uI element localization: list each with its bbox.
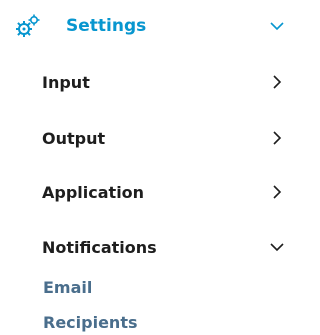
menu-item-input[interactable]: Input	[0, 62, 295, 102]
menu-item-label: Application	[42, 182, 145, 202]
gears-icon	[16, 14, 40, 37]
menu-item-label: Notifications	[42, 237, 157, 257]
menu-item-application[interactable]: Application	[0, 172, 295, 212]
menu-item-label: Output	[42, 128, 106, 148]
menu-item-notifications[interactable]: Notifications	[0, 227, 295, 267]
submenu-item-email[interactable]: Email	[43, 278, 92, 298]
chevron-down-icon	[270, 243, 284, 252]
settings-label: Settings	[66, 16, 147, 36]
chevron-right-icon	[273, 185, 282, 199]
submenu-item-recipients[interactable]: Recipients	[43, 313, 138, 333]
settings-menu: Settings Input Output Application Notifi…	[0, 0, 295, 335]
chevron-right-icon	[273, 75, 282, 89]
menu-item-label: Input	[42, 72, 90, 92]
chevron-right-icon	[273, 131, 282, 145]
chevron-down-icon	[270, 22, 284, 31]
menu-item-output[interactable]: Output	[0, 118, 295, 158]
settings-header[interactable]: Settings	[0, 6, 295, 46]
